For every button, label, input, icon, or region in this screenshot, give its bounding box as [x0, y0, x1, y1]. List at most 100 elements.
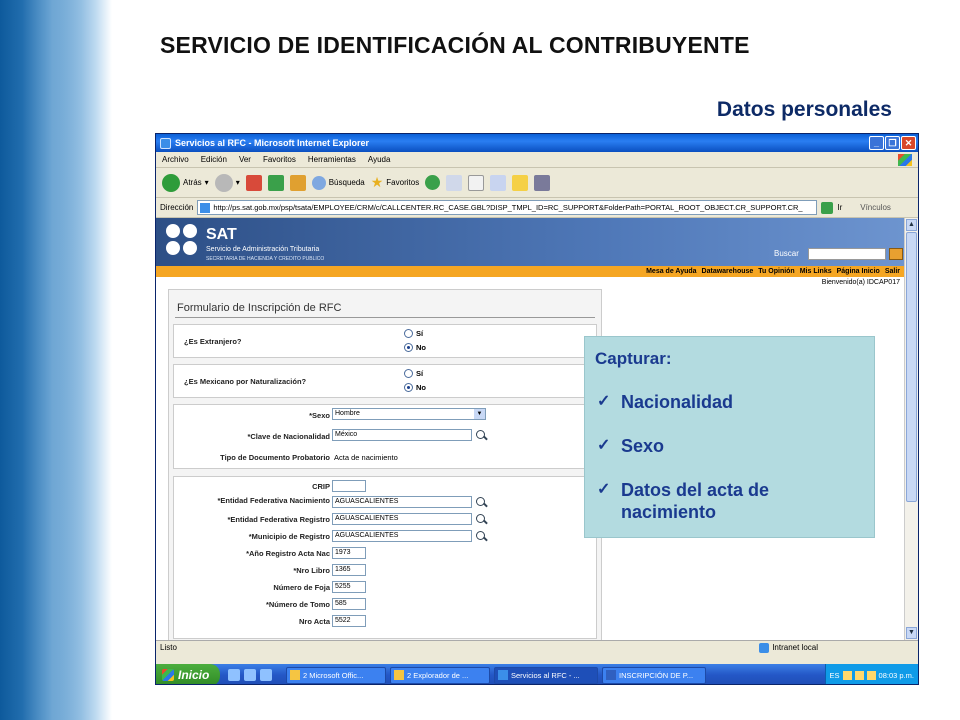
- tray-icon[interactable]: [854, 670, 864, 680]
- desktop-quicklaunch-icon[interactable]: [244, 669, 256, 681]
- zone-text: Intranet local: [772, 643, 818, 652]
- lang-indicator[interactable]: ES: [830, 671, 840, 680]
- menu-favoritos[interactable]: Favoritos: [263, 155, 296, 164]
- messenger-icon[interactable]: [534, 174, 551, 191]
- tomo-input[interactable]: 585: [332, 598, 366, 610]
- system-tray: ES 08:03 p.m.: [824, 664, 918, 684]
- tray-icon[interactable]: [866, 670, 876, 680]
- task-label: 2 Explorador de ...: [407, 670, 469, 680]
- forward-button[interactable]: ▾: [214, 173, 240, 192]
- callout-item: ✓ Datos del acta de nacimiento: [597, 479, 867, 523]
- scroll-down-icon[interactable]: ▼: [906, 627, 917, 639]
- status-text: Listo: [160, 643, 177, 652]
- minimize-button[interactable]: _: [869, 136, 884, 150]
- acta-input[interactable]: 5522: [332, 615, 366, 627]
- address-input[interactable]: http://ps.sat.gob.mx/psp/tsata/EMPLOYEE/…: [197, 200, 818, 215]
- buscar-label: Buscar: [774, 249, 799, 258]
- windows-logo-icon: [162, 669, 174, 681]
- search-icon[interactable]: [476, 430, 485, 439]
- menu-herramientas[interactable]: Herramientas: [308, 155, 356, 164]
- libro-input[interactable]: 1365: [332, 564, 366, 576]
- stop-icon[interactable]: [245, 174, 262, 191]
- entidad-nac-input[interactable]: AGUASCALIENTES: [332, 496, 472, 508]
- go-arrow-icon[interactable]: [821, 201, 834, 214]
- scroll-thumb[interactable]: [906, 232, 917, 502]
- acta-value: 5522: [335, 617, 351, 624]
- nav-mesa-ayuda[interactable]: Mesa de Ayuda: [646, 268, 696, 275]
- callout-heading: Capturar:: [595, 349, 672, 368]
- naturalizacion-no-radio[interactable]: No: [404, 383, 426, 392]
- menu-ayuda[interactable]: Ayuda: [368, 155, 391, 164]
- ie-quicklaunch-icon[interactable]: [228, 669, 240, 681]
- intranet-icon: [759, 642, 770, 653]
- menu-ver[interactable]: Ver: [239, 155, 251, 164]
- anio-input[interactable]: 1973: [332, 547, 366, 559]
- close-button[interactable]: ✕: [901, 136, 916, 150]
- word-icon: [606, 670, 616, 680]
- menu-edicion[interactable]: Edición: [201, 155, 227, 164]
- radio-selected-icon: [404, 343, 413, 352]
- search-icon[interactable]: [476, 531, 485, 540]
- go-button[interactable]: Ir: [837, 203, 842, 212]
- callout-item-text: Datos del acta de nacimiento: [621, 480, 770, 522]
- tipo-doc-value: Acta de nacimiento: [334, 453, 398, 462]
- entidad-reg-label: *Entidad Federativa Registro: [227, 515, 330, 524]
- menu-archivo[interactable]: Archivo: [162, 155, 189, 164]
- print-icon[interactable]: [468, 174, 485, 191]
- home-icon[interactable]: [289, 174, 306, 191]
- search-icon[interactable]: [476, 497, 485, 506]
- entidad-nac-value: AGUASCALIENTES: [335, 498, 399, 505]
- nacionalidad-input[interactable]: México: [332, 429, 472, 441]
- mail-icon[interactable]: [446, 174, 463, 191]
- extranjero-no-radio[interactable]: No: [404, 343, 426, 352]
- sat-logo-icon: [166, 224, 197, 255]
- back-button[interactable]: Atrás ▾: [162, 173, 209, 192]
- entidad-nac-label: *Entidad Federativa Nacimiento: [217, 496, 330, 505]
- sat-org-sub: SECRETARIA DE HACIENDA Y CREDITO PUBLICO: [206, 256, 325, 262]
- municipio-label: *Municipio de Registro: [248, 532, 330, 541]
- crip-input[interactable]: [332, 480, 366, 492]
- links-label[interactable]: Vínculos: [860, 203, 891, 212]
- scroll-up-icon[interactable]: ▲: [906, 219, 917, 231]
- naturalizacion-box: ¿Es Mexicano por Naturalización? Sí No: [173, 364, 597, 398]
- search-button[interactable]: Búsqueda: [311, 175, 365, 190]
- word-icon[interactable]: [490, 174, 507, 191]
- history-icon[interactable]: [425, 175, 441, 190]
- folder-icon[interactable]: [512, 174, 529, 191]
- buscar-input[interactable]: [808, 248, 886, 260]
- naturalizacion-si-radio[interactable]: Sí: [404, 369, 423, 378]
- municipio-input[interactable]: AGUASCALIENTES: [332, 530, 472, 542]
- start-button[interactable]: Inicio: [156, 664, 220, 684]
- callout-box: Capturar: ✓ Nacionalidad ✓ Sexo ✓ Datos del…: [584, 336, 875, 538]
- nav-salir[interactable]: Salir: [885, 268, 900, 275]
- sexo-select[interactable]: Hombre ▼: [332, 408, 486, 420]
- rfc-form: Formulario de Inscripción de RFC ¿Es Ext…: [168, 289, 602, 640]
- search-icon[interactable]: [476, 514, 485, 523]
- nav-datawarehouse[interactable]: Datawarehouse: [702, 268, 754, 275]
- media-quicklaunch-icon[interactable]: [260, 669, 272, 681]
- favorites-button[interactable]: ★ Favoritos: [371, 174, 419, 191]
- extranjero-si-radio[interactable]: Sí: [404, 329, 423, 338]
- anio-value: 1973: [335, 549, 351, 556]
- folder-icon: [394, 670, 404, 680]
- callout-item-text: Nacionalidad: [621, 392, 734, 412]
- nav-tu-opinion[interactable]: Tu Opinión: [758, 268, 794, 275]
- maximize-button[interactable]: ❐: [885, 136, 900, 150]
- refresh-icon[interactable]: [267, 174, 284, 191]
- entidad-reg-input[interactable]: AGUASCALIENTES: [332, 513, 472, 525]
- task-ie[interactable]: Servicios al RFC - ...: [494, 666, 598, 684]
- acta-label: Nro Acta: [299, 617, 330, 626]
- browser-titlebar: Servicios al RFC - Microsoft Internet Ex…: [156, 134, 918, 152]
- nav-mis-links[interactable]: Mis Links: [800, 268, 832, 275]
- page-icon: [200, 202, 211, 213]
- libro-label: *Nro Libro: [293, 566, 330, 575]
- tray-icon[interactable]: [842, 670, 852, 680]
- nav-pagina-inicio[interactable]: Página Inicio: [837, 268, 880, 275]
- task-inscripcion[interactable]: INSCRIPCIÓN DE P...: [602, 666, 706, 684]
- forward-arrow-icon: [214, 173, 233, 192]
- buscar-go-button[interactable]: [889, 248, 903, 260]
- task-office[interactable]: 2 Microsoft Offic...: [286, 666, 386, 684]
- foja-input[interactable]: 5255: [332, 581, 366, 593]
- task-explorer[interactable]: 2 Explorador de ...: [390, 666, 490, 684]
- vertical-scrollbar[interactable]: ▲ ▼: [904, 218, 918, 640]
